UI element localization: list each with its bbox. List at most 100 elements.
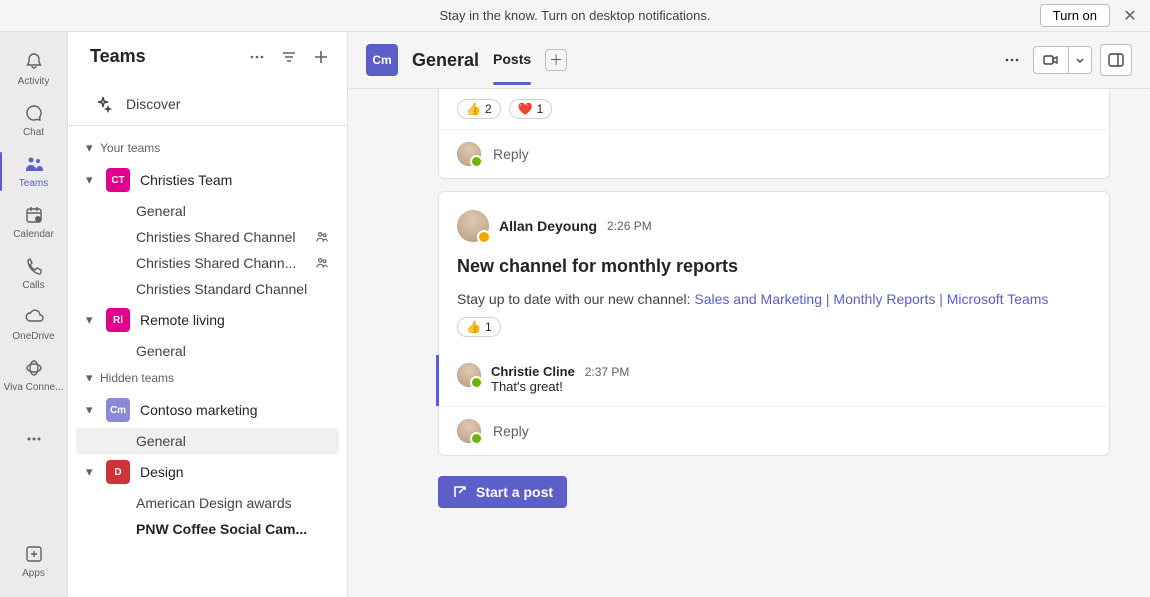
avatar bbox=[457, 363, 481, 387]
team-name: Contoso marketing bbox=[140, 402, 337, 418]
meet-dropdown[interactable] bbox=[1068, 47, 1091, 73]
nav-apps[interactable]: Apps bbox=[6, 536, 62, 587]
channel-content: Cm General Posts ＋ 👍2❤️1 Reply bbox=[348, 32, 1150, 597]
reaction-count: 1 bbox=[485, 320, 492, 334]
start-post-button[interactable]: Start a post bbox=[438, 476, 567, 508]
sidebar-more-icon[interactable] bbox=[247, 47, 267, 67]
channel-label: General bbox=[136, 343, 329, 359]
nav-more[interactable] bbox=[6, 421, 62, 459]
channel-label: PNW Coffee Social Cam... bbox=[136, 521, 329, 537]
channel-row[interactable]: General bbox=[76, 198, 339, 224]
shared-channel-icon bbox=[315, 230, 329, 244]
teams-icon bbox=[22, 152, 46, 176]
channel-header: Cm General Posts ＋ bbox=[348, 32, 1150, 89]
post-card: 👍2❤️1 Reply bbox=[438, 89, 1110, 179]
ellipsis-icon bbox=[22, 427, 46, 451]
team-avatar: Rl bbox=[106, 308, 130, 332]
channel-label: Christies Shared Chann... bbox=[136, 255, 309, 271]
teams-tree: ▾Your teams ▾CTChristies TeamGeneralChri… bbox=[68, 126, 347, 597]
channel-name: General bbox=[412, 50, 479, 71]
apps-icon bbox=[22, 542, 46, 566]
discover-label: Discover bbox=[126, 96, 180, 112]
channel-avatar: Cm bbox=[366, 44, 398, 76]
reply-button[interactable]: Reply bbox=[439, 129, 1109, 178]
nav-rail: Activity Chat Teams ! Calendar Calls One… bbox=[0, 32, 68, 597]
compose-icon bbox=[452, 484, 468, 500]
channel-label: General bbox=[136, 203, 329, 219]
calendar-icon: ! bbox=[22, 203, 46, 227]
posts-list[interactable]: 👍2❤️1 Reply Allan Deyoung 2:26 PM New ch… bbox=[348, 89, 1150, 597]
sidebar-title: Teams bbox=[90, 46, 247, 67]
viva-icon bbox=[22, 356, 46, 380]
tab-posts[interactable]: Posts bbox=[493, 51, 531, 69]
filter-icon[interactable] bbox=[279, 47, 299, 67]
reaction-emoji: 👍 bbox=[466, 102, 481, 116]
post-link[interactable]: Sales and Marketing | Monthly Reports | … bbox=[694, 291, 1048, 307]
nav-viva[interactable]: Viva Conne... bbox=[6, 350, 62, 401]
reaction-pill[interactable]: 👍2 bbox=[457, 99, 501, 119]
reaction-pill[interactable]: ❤️1 bbox=[509, 99, 553, 119]
discover-button[interactable]: Discover bbox=[68, 81, 347, 126]
nav-chat[interactable]: Chat bbox=[6, 95, 62, 146]
team-row[interactable]: ▾RlRemote living bbox=[68, 302, 347, 338]
post-text: Stay up to date with our new channel: Sa… bbox=[457, 291, 1091, 307]
channel-label: Christies Standard Channel bbox=[136, 281, 329, 297]
avatar bbox=[457, 142, 481, 166]
svg-text:!: ! bbox=[37, 217, 38, 223]
channel-row[interactable]: PNW Coffee Social Cam... bbox=[76, 516, 339, 542]
team-name: Design bbox=[140, 464, 337, 480]
avatar bbox=[457, 210, 489, 242]
team-avatar: Cm bbox=[106, 398, 130, 422]
team-avatar: CT bbox=[106, 168, 130, 192]
reaction-count: 1 bbox=[537, 102, 544, 116]
teams-sidebar: Teams Discover ▾Your teams ▾CTChristies … bbox=[68, 32, 348, 597]
panel-toggle-button[interactable] bbox=[1100, 44, 1132, 76]
channel-row[interactable]: American Design awards bbox=[76, 490, 339, 516]
comment-timestamp: 2:37 PM bbox=[585, 365, 630, 379]
channel-row[interactable]: General bbox=[76, 338, 339, 364]
nav-teams[interactable]: Teams bbox=[6, 146, 62, 197]
turn-on-button[interactable]: Turn on bbox=[1040, 4, 1110, 27]
reaction-pill[interactable]: 👍1 bbox=[457, 317, 501, 337]
post-author: Allan Deyoung bbox=[499, 218, 597, 234]
discover-icon bbox=[94, 95, 112, 113]
team-row[interactable]: ▾DDesign bbox=[68, 454, 347, 490]
channel-row[interactable]: Christies Shared Channel bbox=[76, 224, 339, 250]
avatar bbox=[457, 419, 481, 443]
chat-icon bbox=[22, 101, 46, 125]
channel-row[interactable]: General bbox=[76, 428, 339, 454]
create-team-icon[interactable] bbox=[311, 47, 331, 67]
shared-channel-icon bbox=[315, 256, 329, 270]
nav-calendar[interactable]: ! Calendar bbox=[6, 197, 62, 248]
add-tab-button[interactable]: ＋ bbox=[545, 49, 567, 71]
bell-icon bbox=[22, 50, 46, 74]
team-row[interactable]: ▾CTChristies Team bbox=[68, 162, 347, 198]
post-timestamp: 2:26 PM bbox=[607, 219, 652, 233]
channel-label: Christies Shared Channel bbox=[136, 229, 309, 245]
phone-icon bbox=[22, 254, 46, 278]
post-card: Allan Deyoung 2:26 PM New channel for mo… bbox=[438, 191, 1110, 456]
team-name: Remote living bbox=[140, 312, 337, 328]
post-title: New channel for monthly reports bbox=[457, 256, 1091, 277]
channel-row[interactable]: Christies Shared Chann... bbox=[76, 250, 339, 276]
nav-onedrive[interactable]: OneDrive bbox=[6, 299, 62, 350]
comment-text: That's great! bbox=[491, 379, 629, 394]
channel-label: American Design awards bbox=[136, 495, 329, 511]
team-row[interactable]: ▾CmContoso marketing bbox=[68, 392, 347, 428]
notification-bar: Stay in the know. Turn on desktop notifi… bbox=[0, 0, 1150, 32]
reaction-count: 2 bbox=[485, 102, 492, 116]
hidden-teams-header[interactable]: ▾Hidden teams bbox=[68, 364, 347, 392]
reply-button[interactable]: Reply bbox=[439, 406, 1109, 455]
comment: Christie Cline 2:37 PM That's great! bbox=[436, 355, 1109, 406]
channel-label: General bbox=[136, 433, 329, 449]
your-teams-header[interactable]: ▾Your teams bbox=[68, 134, 347, 162]
meet-button[interactable] bbox=[1034, 47, 1068, 73]
team-name: Christies Team bbox=[140, 172, 337, 188]
nav-activity[interactable]: Activity bbox=[6, 44, 62, 95]
nav-calls[interactable]: Calls bbox=[6, 248, 62, 299]
channel-more-icon[interactable] bbox=[999, 47, 1025, 73]
channel-row[interactable]: Christies Standard Channel bbox=[76, 276, 339, 302]
notification-message: Stay in the know. Turn on desktop notifi… bbox=[440, 8, 711, 23]
team-avatar: D bbox=[106, 460, 130, 484]
close-icon[interactable]: ✕ bbox=[1118, 4, 1142, 28]
